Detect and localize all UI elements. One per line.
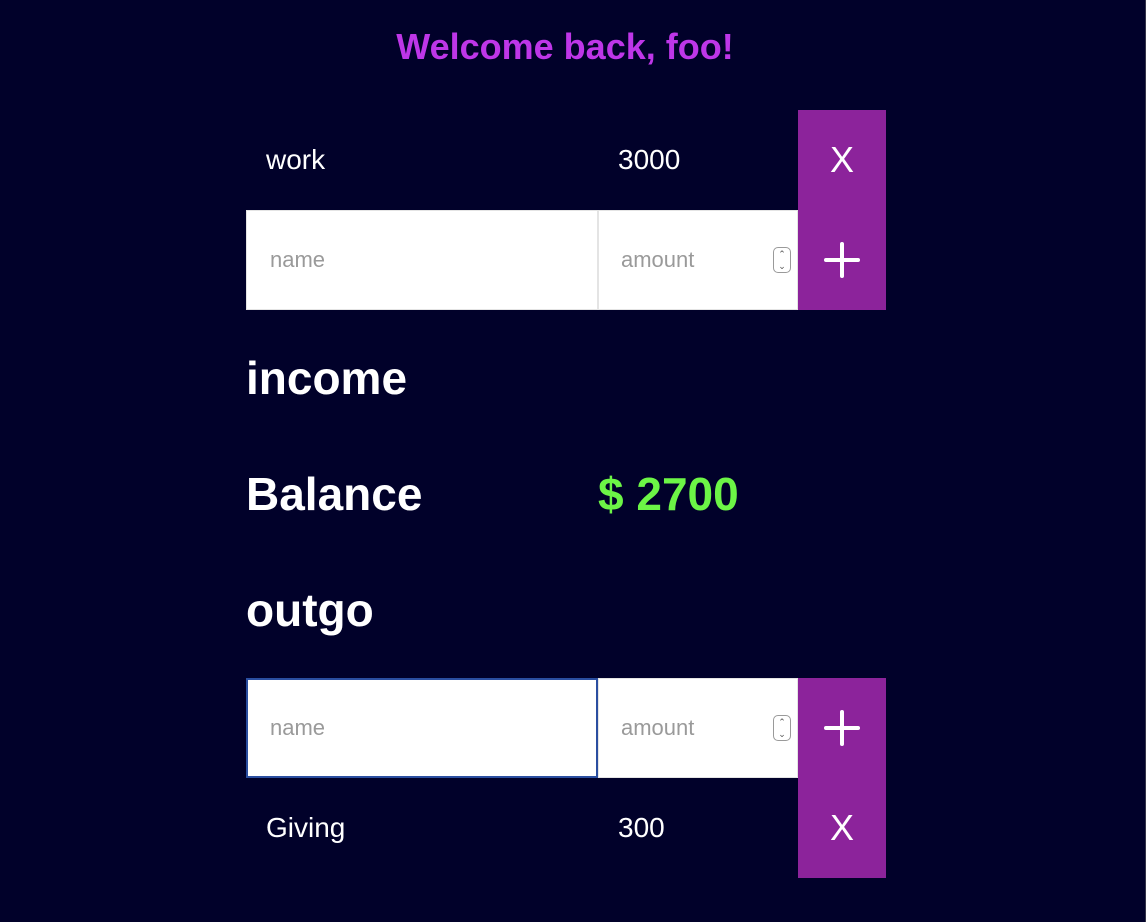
income-name-input[interactable] [246, 210, 598, 310]
add-outgo-button[interactable] [798, 678, 886, 778]
outgo-heading: outgo [246, 584, 374, 636]
income-amount-input[interactable] [599, 211, 773, 309]
balance-label: Balance [246, 468, 423, 520]
outgo-name-input[interactable] [246, 678, 598, 778]
income-add-form: ⌃ ⌄ [246, 210, 886, 310]
income-amount-spinner[interactable]: ⌃ ⌄ [773, 247, 791, 273]
welcome-title: Welcome back, foo! [396, 26, 734, 67]
add-income-button[interactable] [798, 210, 886, 310]
chevron-up-icon: ⌃ [778, 248, 786, 259]
income-item-amount: 3000 [618, 144, 681, 175]
income-amount-field: ⌃ ⌄ [598, 210, 798, 310]
balance-value: $ 2700 [598, 468, 739, 520]
outgo-item-row: Giving 300 X [246, 778, 886, 878]
outgo-amount-input[interactable] [599, 679, 773, 777]
plus-icon [824, 242, 860, 278]
income-item-name: work [266, 144, 326, 175]
outgo-add-form: ⌃ ⌄ [246, 678, 886, 778]
chevron-up-icon: ⌃ [778, 716, 786, 727]
outgo-amount-spinner[interactable]: ⌃ ⌄ [773, 715, 791, 741]
delete-income-button[interactable]: X [798, 110, 886, 210]
outgo-item-amount: 300 [618, 812, 665, 843]
app-page: Welcome back, foo! work 3000 X ⌃ ⌄ incom… [0, 0, 1146, 922]
plus-icon [824, 710, 860, 746]
chevron-down-icon: ⌄ [778, 728, 786, 739]
outgo-amount-field: ⌃ ⌄ [598, 678, 798, 778]
delete-outgo-button[interactable]: X [798, 778, 886, 878]
outgo-item-name: Giving [266, 812, 346, 843]
income-item-row: work 3000 X [246, 110, 886, 210]
income-heading: income [246, 352, 408, 404]
chevron-down-icon: ⌄ [778, 260, 786, 271]
